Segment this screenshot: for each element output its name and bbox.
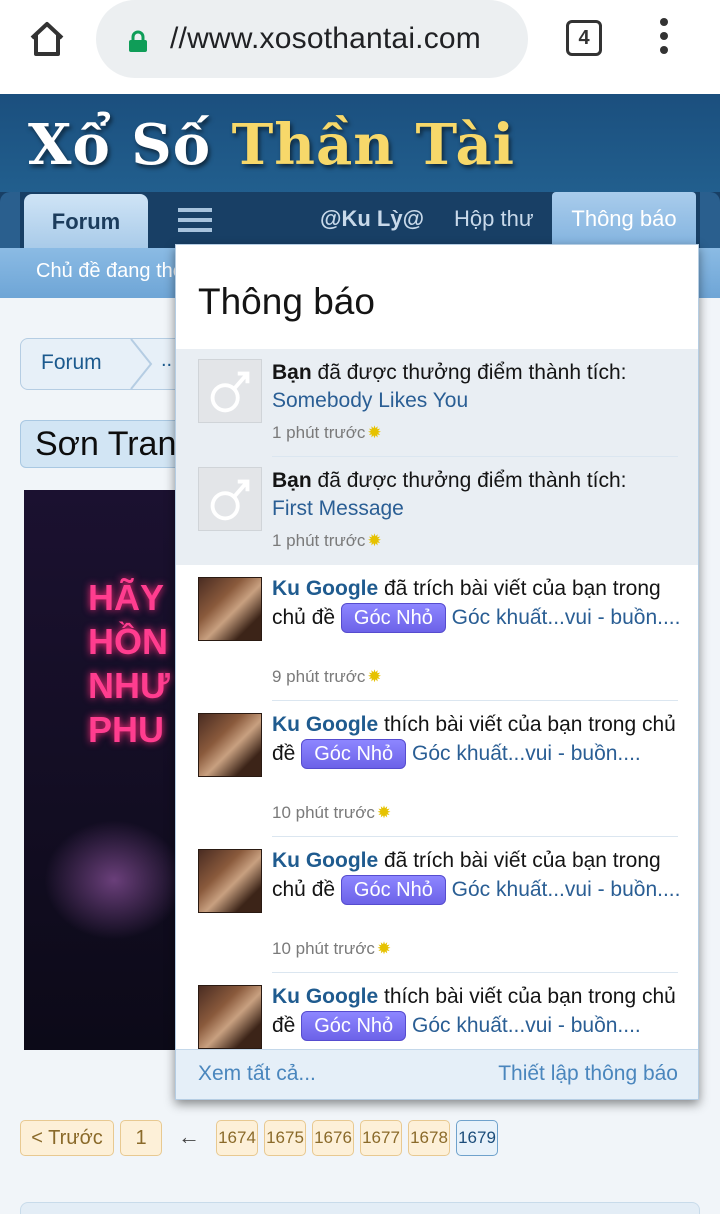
- popup-title: Thông báo: [198, 281, 375, 322]
- pagination-prev-button[interactable]: < Trước: [20, 1120, 114, 1156]
- notification-text: Ku Google thích bài viết của bạn trong c…: [272, 711, 684, 769]
- user-avatar[interactable]: [198, 849, 262, 913]
- notification-settings-link[interactable]: Thiết lập thông báo: [498, 1062, 678, 1086]
- new-star-icon: ✹: [367, 667, 382, 686]
- notification-user[interactable]: Ku Google: [272, 713, 378, 736]
- breadcrumb[interactable]: Forum ..: [20, 338, 200, 390]
- pagination-page[interactable]: 1677: [360, 1120, 402, 1156]
- notification-text: Ku Google thích bài viết của bạn trong c…: [272, 983, 684, 1041]
- notification-text: Bạn đã được thưởng điểm thành tích: Firs…: [272, 469, 627, 520]
- popup-footer: Xem tất cả... Thiết lập thông báo: [176, 1049, 698, 1099]
- nav-edge: [700, 192, 720, 248]
- nav-notifications[interactable]: Thông báo: [552, 192, 696, 248]
- notification-link[interactable]: First Message: [272, 497, 404, 520]
- banner-text: HÃY HỒN NHƯ PHU: [88, 577, 170, 750]
- notification-item[interactable]: Bạn đã được thưởng điểm thành tích: Firs…: [176, 457, 698, 565]
- notification-item[interactable]: Bạn đã được thưởng điểm thành tích: Some…: [176, 349, 698, 457]
- tab-switcher-button[interactable]: 4: [566, 20, 602, 56]
- new-star-icon: ✹: [367, 531, 382, 550]
- breadcrumb-forum[interactable]: Forum: [41, 351, 102, 375]
- notification-item[interactable]: Ku Google thích bài viết của bạn trong c…: [176, 701, 698, 837]
- notification-time: 10 phút trước ✹: [272, 939, 392, 958]
- notification-time: 10 phút trước ✹: [272, 803, 392, 822]
- notification-link[interactable]: Góc khuất...vui - buồn....: [452, 878, 681, 901]
- lock-icon: [129, 30, 147, 52]
- site-logo[interactable]: Xổ Số Thần Tài: [28, 112, 515, 178]
- notification-time: 1 phút trước ✹: [272, 531, 382, 550]
- notification-user[interactable]: Ku Google: [272, 849, 378, 872]
- notification-user[interactable]: Ku Google: [272, 985, 378, 1008]
- notification-link[interactable]: Góc khuất...vui - buồn....: [412, 1014, 641, 1037]
- user-avatar[interactable]: [198, 577, 262, 641]
- notification-text: Ku Google đã trích bài viết của bạn tron…: [272, 575, 684, 633]
- thread-prefix-badge[interactable]: Góc Nhỏ: [340, 603, 446, 633]
- notification-list[interactable]: Bạn đã được thưởng điểm thành tích: Some…: [176, 349, 698, 1049]
- pagination-page[interactable]: 1678: [408, 1120, 450, 1156]
- banner-decoration: [44, 820, 184, 940]
- new-star-icon: ✹: [376, 803, 392, 822]
- view-all-link[interactable]: Xem tất cả...: [198, 1062, 316, 1086]
- breadcrumb-more[interactable]: ..: [161, 349, 172, 372]
- overflow-menu-icon[interactable]: [654, 18, 674, 60]
- pagination-page[interactable]: 1674: [216, 1120, 258, 1156]
- notification-link[interactable]: Góc khuất...vui - buồn....: [412, 742, 641, 765]
- main-navigation: Forum @Ku Lỳ@ Hộp thư Thông báo: [0, 192, 720, 248]
- pagination-page-current[interactable]: 1679: [456, 1120, 498, 1156]
- nav-inbox[interactable]: Hộp thư: [454, 206, 534, 232]
- new-star-icon: ✹: [367, 423, 382, 442]
- nav-tab-forum[interactable]: Forum: [24, 194, 148, 248]
- post-container-top: [20, 1202, 700, 1214]
- thread-prefix-badge[interactable]: Góc Nhỏ: [301, 1011, 407, 1041]
- address-bar[interactable]: //www.xosothantai.com: [96, 0, 528, 78]
- notification-user[interactable]: Ku Google: [272, 577, 378, 600]
- notifications-popup: Thông báo Bạn đã được thưởng điểm thành …: [175, 244, 699, 1100]
- notification-text: Bạn đã được thưởng điểm thành tích: Some…: [272, 361, 627, 412]
- notification-item[interactable]: Ku Google đã trích bài viết của bạn tron…: [176, 565, 698, 701]
- url-text[interactable]: //www.xosothantai.com: [170, 22, 481, 56]
- user-avatar[interactable]: [198, 713, 262, 777]
- browser-toolbar: //www.xosothantai.com 4: [0, 0, 720, 94]
- thread-title: Sơn Trang: [20, 420, 190, 468]
- notification-link[interactable]: Góc khuất...vui - buồn....: [452, 606, 681, 629]
- pagination-page-first[interactable]: 1: [120, 1120, 162, 1156]
- notification-item[interactable]: Ku Google đã trích bài viết của bạn tron…: [176, 837, 698, 973]
- thread-prefix-badge[interactable]: Góc Nhỏ: [301, 739, 407, 769]
- default-avatar-icon[interactable]: [198, 359, 262, 423]
- site-header: Xổ Số Thần Tài: [0, 94, 720, 200]
- notification-time: 9 phút trước ✹: [272, 667, 382, 686]
- default-avatar-icon[interactable]: [198, 467, 262, 531]
- user-avatar[interactable]: [198, 985, 262, 1049]
- pagination-page[interactable]: 1675: [264, 1120, 306, 1156]
- notification-subject: Bạn: [272, 361, 312, 384]
- nav-user-account[interactable]: @Ku Lỳ@: [320, 206, 424, 232]
- hamburger-menu-icon[interactable]: [178, 208, 212, 232]
- notification-item[interactable]: Ku Google thích bài viết của bạn trong c…: [176, 973, 698, 1049]
- new-star-icon: ✹: [376, 939, 392, 958]
- arrow-left-icon[interactable]: ←: [178, 1124, 200, 1150]
- pagination-page[interactable]: 1676: [312, 1120, 354, 1156]
- nav-edge: [0, 192, 20, 248]
- notification-time: 1 phút trước ✹: [272, 423, 382, 442]
- thread-prefix-badge[interactable]: Góc Nhỏ: [340, 875, 446, 905]
- home-icon[interactable]: [26, 18, 68, 60]
- notification-subject: Bạn: [272, 469, 312, 492]
- notification-text: Ku Google đã trích bài viết của bạn tron…: [272, 847, 684, 905]
- notification-link[interactable]: Somebody Likes You: [272, 389, 468, 412]
